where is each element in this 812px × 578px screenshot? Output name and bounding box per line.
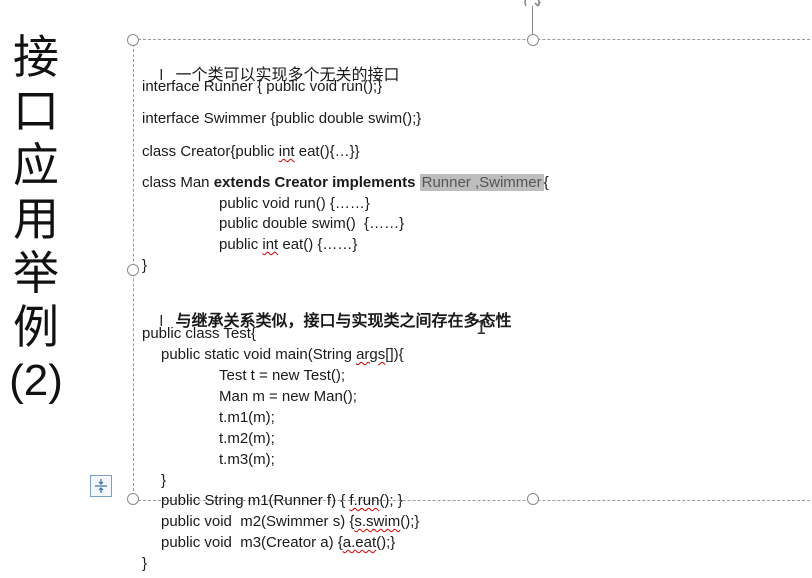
rotate-connector (532, 6, 533, 36)
code-line: } (161, 472, 167, 489)
code-line: public void run() {……} (219, 195, 370, 212)
code-line: interface Runner { public void run();} (142, 78, 383, 95)
code-line: public String m1(Runner f) { f.run(); } (161, 492, 403, 509)
code-line: t.m1(m); (219, 409, 275, 426)
code-line: public void m3(Creator a) {a.eat();} (161, 534, 395, 551)
title-char: 举 (13, 246, 59, 300)
code-line: public double swim() {……} (219, 215, 405, 232)
code-text: class Creator{public (142, 143, 279, 160)
code-line: Test t = new Test(); (219, 367, 346, 384)
code-line: public class Test{ (142, 325, 256, 342)
spellcheck-word: s.swim (354, 513, 401, 530)
resize-handle-middle-left[interactable] (127, 264, 139, 276)
code-text: { (543, 174, 549, 191)
code-text: public void m2(Swimmer s) { (161, 513, 355, 530)
title-char: 口 (13, 84, 59, 138)
layout-options-icon[interactable] (90, 475, 112, 497)
keyword-text: extends Creator implements (213, 174, 416, 191)
title-char: 应 (13, 138, 59, 192)
code-text: public String m1(Runner f) { (161, 492, 350, 509)
code-line: class Creator{public int eat(){…}} (142, 143, 360, 160)
rotate-handle-icon[interactable] (522, 0, 542, 8)
title-char: 例 (13, 300, 59, 354)
spellcheck-word: f.run (349, 492, 380, 509)
code-line: class Man extends Creator implements Run… (142, 174, 549, 191)
code-text: public (219, 236, 263, 253)
code-text: public static void main(String (161, 346, 357, 363)
code-line: } (142, 257, 148, 274)
resize-handle-bottom-left[interactable] (127, 493, 139, 505)
spellcheck-word: a.eat (342, 534, 377, 551)
title-char: (2) (9, 356, 63, 405)
code-line: public void m2(Swimmer s) {s.swim();} (161, 513, 419, 530)
code-text: class Man (142, 174, 214, 191)
slide-canvas: 接 口 应 用 举 例 (2) l 一个类可以实现多个无关的接口 interfa… (0, 0, 812, 578)
code-text: ();} (376, 534, 396, 551)
code-line: interface Swimmer {public double swim();… (142, 110, 422, 127)
code-text: []){ (385, 346, 404, 363)
code-line: public static void main(String args[]){ (161, 346, 404, 363)
code-line: public int eat() {……} (219, 236, 357, 253)
code-line: t.m3(m); (219, 451, 275, 468)
code-line: } (142, 555, 148, 572)
code-line: t.m2(m); (219, 430, 275, 447)
selected-text[interactable]: Runner ,Swimmer (419, 174, 544, 191)
resize-handle-top-middle[interactable] (527, 34, 539, 46)
spellcheck-word: int (278, 143, 295, 160)
code-text: ();} (400, 513, 420, 530)
spellcheck-word: args (356, 346, 386, 363)
title-char: 用 (13, 192, 59, 246)
resize-handle-top-left[interactable] (127, 34, 139, 46)
title-char: 接 (13, 30, 59, 84)
code-text: (); } (379, 492, 403, 509)
code-line: Man m = new Man(); (219, 388, 357, 405)
code-text: eat(){…}} (294, 143, 360, 160)
spellcheck-word: int (262, 236, 279, 253)
resize-handle-bottom-middle[interactable] (527, 493, 539, 505)
code-text: eat() {……} (278, 236, 358, 253)
slide-title: 接 口 应 用 举 例 (2) (8, 30, 64, 408)
code-text: public void m3(Creator a) { (161, 534, 343, 551)
i-beam-cursor-icon: I (476, 318, 487, 339)
